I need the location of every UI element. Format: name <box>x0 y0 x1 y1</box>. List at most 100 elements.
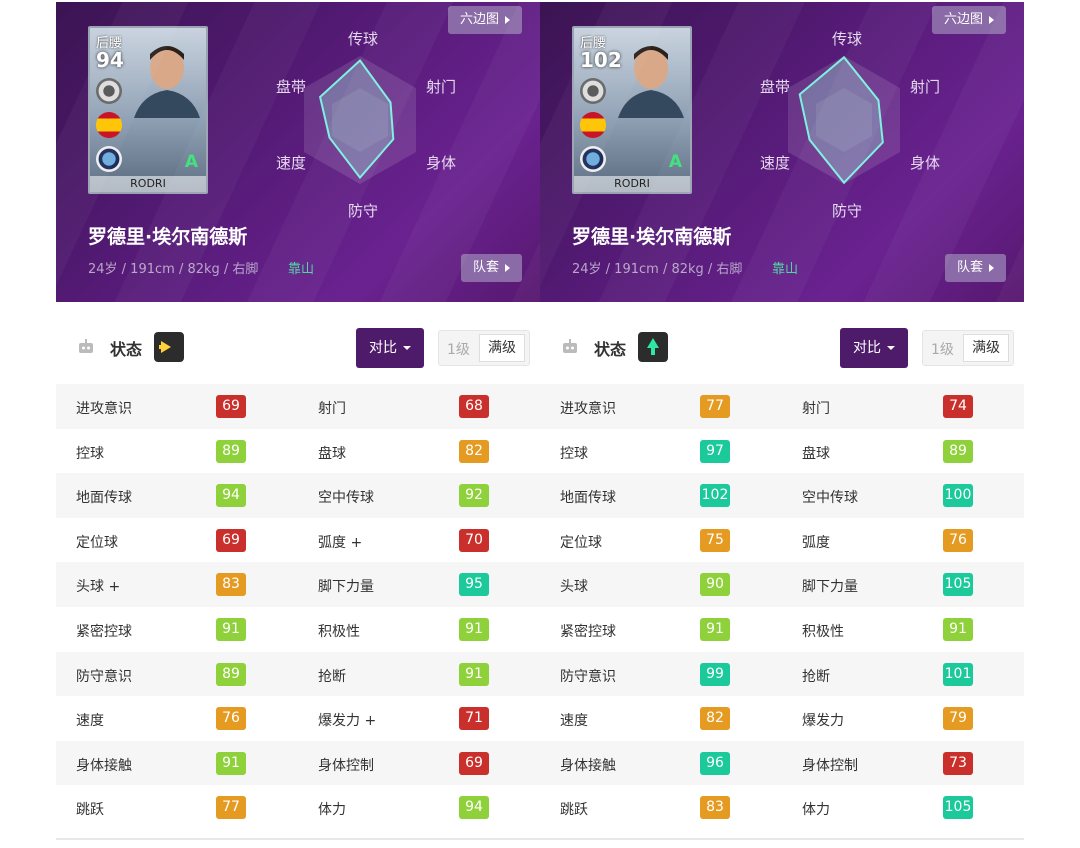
status-row: 状态 对比 1级 满级 <box>540 302 1024 384</box>
stat-value-badge: 76 <box>943 528 973 552</box>
stat-name: 防守意识 <box>560 668 616 685</box>
robot-icon <box>563 339 577 353</box>
stat-row: 防守意识 99 抢断 101 <box>540 651 1024 697</box>
kit-button-label: 队套 <box>472 260 499 275</box>
stat-row: 紧密控球 91 积极性 91 <box>56 606 540 652</box>
stat-value-badge: 83 <box>700 796 730 820</box>
robot-icon <box>79 339 93 353</box>
radar-label-dribble: 盘带 <box>276 78 307 96</box>
stat-name: 弧度 + <box>318 534 363 551</box>
player-header: 后腰 102 A RODRI 六边图 传球 射门 身体 防守 速度 盘带 罗德里… <box>540 2 1024 302</box>
stat-value-badge: 102 <box>700 484 730 508</box>
card-grade: A <box>184 152 198 172</box>
stat-row: 跳跃 83 体力 105 <box>540 785 1024 830</box>
level-toggle[interactable]: 1级 满级 <box>438 330 530 366</box>
stat-value-badge: 91 <box>700 617 730 641</box>
stat-name: 定位球 <box>76 534 118 551</box>
stat-name: 身体控制 <box>318 757 374 774</box>
stat-value-badge: 96 <box>700 751 730 775</box>
stat-name: 弧度 <box>802 534 830 551</box>
radar-svg <box>788 55 900 185</box>
kit-button[interactable]: 队套 <box>944 254 1006 282</box>
stat-value-badge: 92 <box>459 484 489 508</box>
player-info: 24岁 / 191cm / 82kg / 右脚 <box>572 262 743 277</box>
radar-chart: 传球 射门 身体 防守 速度 盘带 <box>760 26 1000 226</box>
stat-name: 进攻意识 <box>560 401 616 417</box>
stat-name: 爆发力 + <box>318 713 377 730</box>
level-1-option[interactable]: 1级 <box>931 339 954 359</box>
radar-label-dribble: 盘带 <box>760 78 791 96</box>
stat-name: 紧密控球 <box>76 623 132 640</box>
stat-name: 射门 <box>802 401 830 417</box>
stat-value-badge: 100 <box>943 484 973 508</box>
player-card[interactable]: 后腰 102 A RODRI <box>572 26 692 194</box>
stat-value-badge: 91 <box>943 617 973 641</box>
stat-name: 积极性 <box>802 623 844 640</box>
stat-row: 身体接触 91 身体控制 69 <box>56 740 540 786</box>
stat-name: 体力 <box>318 802 346 819</box>
caret-right-icon <box>989 263 994 272</box>
stat-value-badge: 79 <box>943 707 973 731</box>
stat-value-badge: 82 <box>700 707 730 731</box>
hexagon-button-label: 六边图 <box>459 12 499 27</box>
up-arrow-icon <box>638 332 668 362</box>
stat-name: 身体接触 <box>560 757 616 774</box>
stat-value-badge: 69 <box>216 528 246 552</box>
compare-button-label: 对比 <box>853 340 881 356</box>
stat-name: 定位球 <box>560 534 602 551</box>
stat-name: 紧密控球 <box>560 623 616 640</box>
level-1-option[interactable]: 1级 <box>447 339 470 359</box>
card-overall: 102 <box>580 48 622 72</box>
stat-name: 速度 <box>560 713 588 730</box>
stat-row: 控球 89 盘球 82 <box>56 428 540 474</box>
stat-row: 速度 76 爆发力 + 71 <box>56 696 540 741</box>
kit-button[interactable]: 队套 <box>460 254 522 282</box>
stat-row: 跳跃 77 体力 94 <box>56 785 540 830</box>
compare-button[interactable]: 对比 <box>840 328 908 368</box>
player-info: 24岁 / 191cm / 82kg / 右脚 <box>88 262 259 277</box>
player-card[interactable]: 后腰 94 A RODRI <box>88 26 208 194</box>
card-grade: A <box>668 152 682 172</box>
player-name: 罗德里·埃尔南德斯 <box>88 226 248 248</box>
stat-value-badge: 101 <box>943 662 973 686</box>
level-max-option[interactable]: 满级 <box>479 334 525 362</box>
player-portrait-icon <box>618 46 684 118</box>
comparison-panels: 后腰 94 A RODRI 六边图 传球 射门 身体 防守 速度 盘带 罗德里·… <box>56 2 1024 840</box>
stat-value-badge: 105 <box>943 573 973 597</box>
stat-name: 地面传球 <box>560 490 616 507</box>
caret-right-icon <box>505 263 510 272</box>
radar-label-pass: 传球 <box>348 30 379 48</box>
radar-label-physical: 身体 <box>426 154 457 172</box>
spain-flag-icon <box>580 112 606 138</box>
stat-value-badge: 91 <box>216 751 246 775</box>
stat-value-badge: 91 <box>216 617 246 641</box>
stat-row: 防守意识 89 抢断 91 <box>56 651 540 697</box>
stat-row: 控球 97 盘球 89 <box>540 428 1024 474</box>
stat-value-badge: 73 <box>943 751 973 775</box>
level-toggle[interactable]: 1级 满级 <box>922 330 1014 366</box>
radar-label-shoot: 射门 <box>426 78 457 96</box>
stat-value-badge: 90 <box>700 573 730 597</box>
stat-value-badge: 75 <box>700 528 730 552</box>
level-max-option[interactable]: 满级 <box>963 334 1009 362</box>
player-style: 靠山 <box>288 262 315 277</box>
stat-name: 盘球 <box>802 445 830 462</box>
stat-name: 控球 <box>76 445 104 462</box>
stat-name: 进攻意识 <box>76 401 132 417</box>
stat-value-badge: 105 <box>943 796 973 820</box>
stat-value-badge: 68 <box>459 395 489 418</box>
radar-label-speed: 速度 <box>276 154 307 172</box>
compare-button[interactable]: 对比 <box>356 328 424 368</box>
compare-button-label: 对比 <box>369 340 397 356</box>
stat-value-badge: 82 <box>459 439 489 463</box>
radar-label-pass: 传球 <box>832 30 863 48</box>
stat-name: 抢断 <box>802 668 830 685</box>
radar-label-shoot: 射门 <box>910 78 941 96</box>
stat-name: 积极性 <box>318 623 360 640</box>
card-name: RODRI <box>90 176 206 192</box>
stat-value-badge: 71 <box>459 707 489 731</box>
caret-right-icon <box>989 15 994 24</box>
status-label: 状态 <box>110 340 143 359</box>
stat-value-badge: 89 <box>216 662 246 686</box>
stat-name: 身体控制 <box>802 757 858 774</box>
